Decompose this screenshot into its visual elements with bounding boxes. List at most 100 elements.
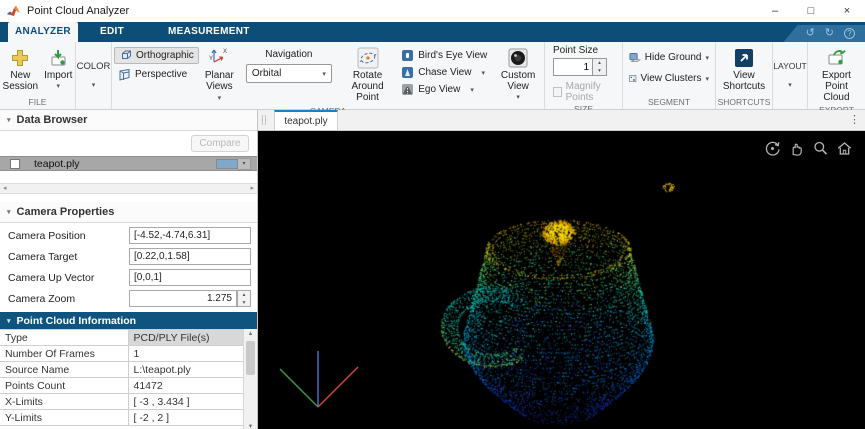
perspective-button[interactable]: Perspective — [114, 66, 199, 83]
tab-grip-icon — [262, 115, 266, 125]
scroll-left-icon[interactable]: ◂ — [3, 184, 7, 194]
ego-view-button[interactable]: Ego View ▾ — [397, 81, 491, 98]
spin-up-icon[interactable]: ▴ — [593, 59, 606, 67]
table-row[interactable]: Y-Limits [ -2 , 2 ] — [0, 410, 244, 426]
camera-zoom-label: Camera Zoom — [8, 293, 75, 305]
redo-icon[interactable]: ↻ — [825, 25, 834, 42]
ribbon-section-layout: LAYOUT ▾ — [773, 42, 808, 109]
vertical-scrollbar[interactable]: ▲ ▼ — [243, 329, 257, 429]
table-row[interactable]: Source Name L:\teapot.ply — [0, 362, 244, 378]
section-label-file: FILE — [0, 96, 75, 109]
spin-down-icon[interactable]: ▾ — [593, 67, 606, 75]
point-cloud-list-item[interactable]: teapot.ply ▾ — [0, 156, 257, 171]
color-dropdown-button[interactable]: COLOR ▾ — [76, 42, 111, 109]
scroll-right-icon[interactable]: ▸ — [250, 184, 254, 194]
plus-icon — [10, 46, 30, 69]
maximize-button[interactable]: □ — [793, 0, 829, 22]
camera-up-vector-label: Camera Up Vector — [8, 272, 94, 284]
magnify-points-checkbox[interactable]: Magnify Points — [553, 81, 620, 103]
hide-ground-icon — [629, 51, 641, 64]
shortcut-arrow-icon — [733, 46, 755, 69]
scroll-down-icon[interactable]: ▼ — [244, 424, 257, 429]
view-shortcuts-button[interactable]: View Shortcuts — [718, 45, 770, 93]
camera-target-label: Camera Target — [8, 251, 77, 263]
data-browser-header[interactable]: ▾ Data Browser — [0, 110, 257, 131]
scene-container — [258, 131, 865, 429]
point-cloud-info-table: Type PCD/PLY File(s) Number Of Frames 1 … — [0, 329, 257, 426]
help-icon[interactable]: ? — [844, 28, 855, 39]
table-row[interactable]: Type PCD/PLY File(s) — [0, 330, 244, 346]
spin-up-icon[interactable]: ▴ — [238, 291, 250, 299]
info-key: Y-Limits — [0, 410, 128, 426]
zoom-icon[interactable] — [812, 140, 829, 157]
camera-up-vector-field[interactable] — [129, 269, 251, 286]
tab-analyzer[interactable]: ANALYZER — [8, 22, 78, 42]
tab-edit[interactable]: EDIT — [78, 22, 146, 42]
compare-row: Compare — [0, 131, 257, 156]
collapse-icon[interactable]: ▾ — [7, 317, 11, 325]
camera-properties-header[interactable]: ▾ Camera Properties — [0, 202, 257, 223]
close-button[interactable]: × — [829, 0, 865, 22]
horizontal-scrollbar[interactable]: ◂ ▸ — [0, 183, 257, 194]
navigation-group: Navigation Orbital ▾ — [240, 45, 338, 83]
view-clusters-icon — [629, 72, 637, 85]
point-size-input[interactable] — [553, 58, 593, 76]
minimize-button[interactable]: – — [757, 0, 793, 22]
swatch-dropdown-icon[interactable]: ▾ — [238, 158, 251, 170]
undo-icon[interactable]: ↺ — [806, 25, 815, 42]
export-point-cloud-button[interactable]: Export Point Cloud — [810, 45, 863, 104]
navigation-select[interactable]: Orbital ▾ — [246, 64, 332, 83]
table-row[interactable]: Number Of Frames 1 — [0, 346, 244, 362]
table-row[interactable]: Points Count 41472 — [0, 378, 244, 394]
hide-ground-button[interactable]: Hide Ground ▾ — [625, 49, 713, 66]
planar-views-button[interactable]: Y X Planar Views ▾ — [202, 45, 237, 105]
home-icon[interactable] — [836, 140, 853, 157]
compare-button[interactable]: Compare — [191, 135, 249, 152]
document-tab-bar: teapot.ply ⋮ — [258, 110, 865, 131]
rotate-around-point-icon — [356, 46, 380, 69]
collapse-icon[interactable]: ▾ — [7, 208, 11, 216]
birds-eye-view-icon — [401, 49, 414, 62]
chevron-down-icon: ▾ — [322, 70, 326, 78]
viewport: teapot.ply ⋮ — [258, 110, 865, 429]
document-tab-teapot[interactable]: teapot.ply — [274, 110, 338, 130]
scrollbar-thumb[interactable] — [246, 341, 255, 375]
point-cloud-info-header[interactable]: ▾ Point Cloud Information — [0, 312, 257, 329]
camera-lens-icon — [506, 46, 530, 69]
tab-measurement[interactable]: MEASUREMENT — [146, 22, 272, 42]
chevron-down-icon: ▾ — [705, 54, 709, 62]
rotate-around-point-button[interactable]: Rotate Around Point — [341, 45, 394, 104]
table-row[interactable]: X-Limits [ -3 , 3.434 ] — [0, 394, 244, 410]
planar-axes-icon: Y X — [208, 46, 230, 69]
import-icon — [48, 46, 68, 69]
pan-hand-icon[interactable] — [788, 140, 805, 157]
chevron-down-icon: ▾ — [57, 81, 61, 92]
new-session-button[interactable]: New Session — [1, 45, 41, 93]
info-value: [ -2 , 2 ] — [128, 410, 244, 426]
spin-down-icon[interactable]: ▾ — [238, 299, 250, 307]
camera-target-field[interactable] — [129, 248, 251, 265]
birds-eye-view-button[interactable]: Bird's Eye View — [397, 47, 491, 64]
layout-dropdown-button[interactable]: LAYOUT ▾ — [773, 42, 807, 109]
scroll-up-icon[interactable]: ▲ — [244, 331, 257, 337]
custom-view-button[interactable]: Custom View ▾ — [494, 45, 542, 104]
camera-zoom-field[interactable] — [129, 290, 237, 307]
chase-view-button[interactable]: Chase View ▾ — [397, 64, 491, 81]
orthographic-button[interactable]: Orthographic — [114, 47, 199, 64]
point-size-stepper[interactable]: ▴ ▾ — [553, 58, 607, 76]
camera-zoom-stepper[interactable]: ▴ ▾ — [237, 290, 251, 307]
collapse-icon[interactable]: ▾ — [7, 116, 11, 124]
color-swatch[interactable] — [216, 159, 238, 169]
import-button[interactable]: Import ▾ — [42, 45, 74, 93]
ribbon-section-segment: Hide Ground ▾ View Clusters ▾ SEGMENT — [623, 42, 716, 109]
item-checkbox[interactable] — [10, 159, 20, 169]
axis-triad — [266, 333, 370, 429]
point-size-label: Point Size — [553, 45, 598, 56]
rotate-3d-icon[interactable] — [764, 140, 781, 157]
title-bar: Point Cloud Analyzer – □ × — [0, 0, 865, 22]
view-clusters-button[interactable]: View Clusters ▾ — [625, 70, 713, 87]
chevron-down-icon: ▾ — [470, 86, 474, 94]
camera-position-field[interactable] — [129, 227, 251, 244]
tab-overflow-icon[interactable]: ⋮ — [849, 110, 860, 131]
camera-position-label: Camera Position — [8, 230, 86, 242]
